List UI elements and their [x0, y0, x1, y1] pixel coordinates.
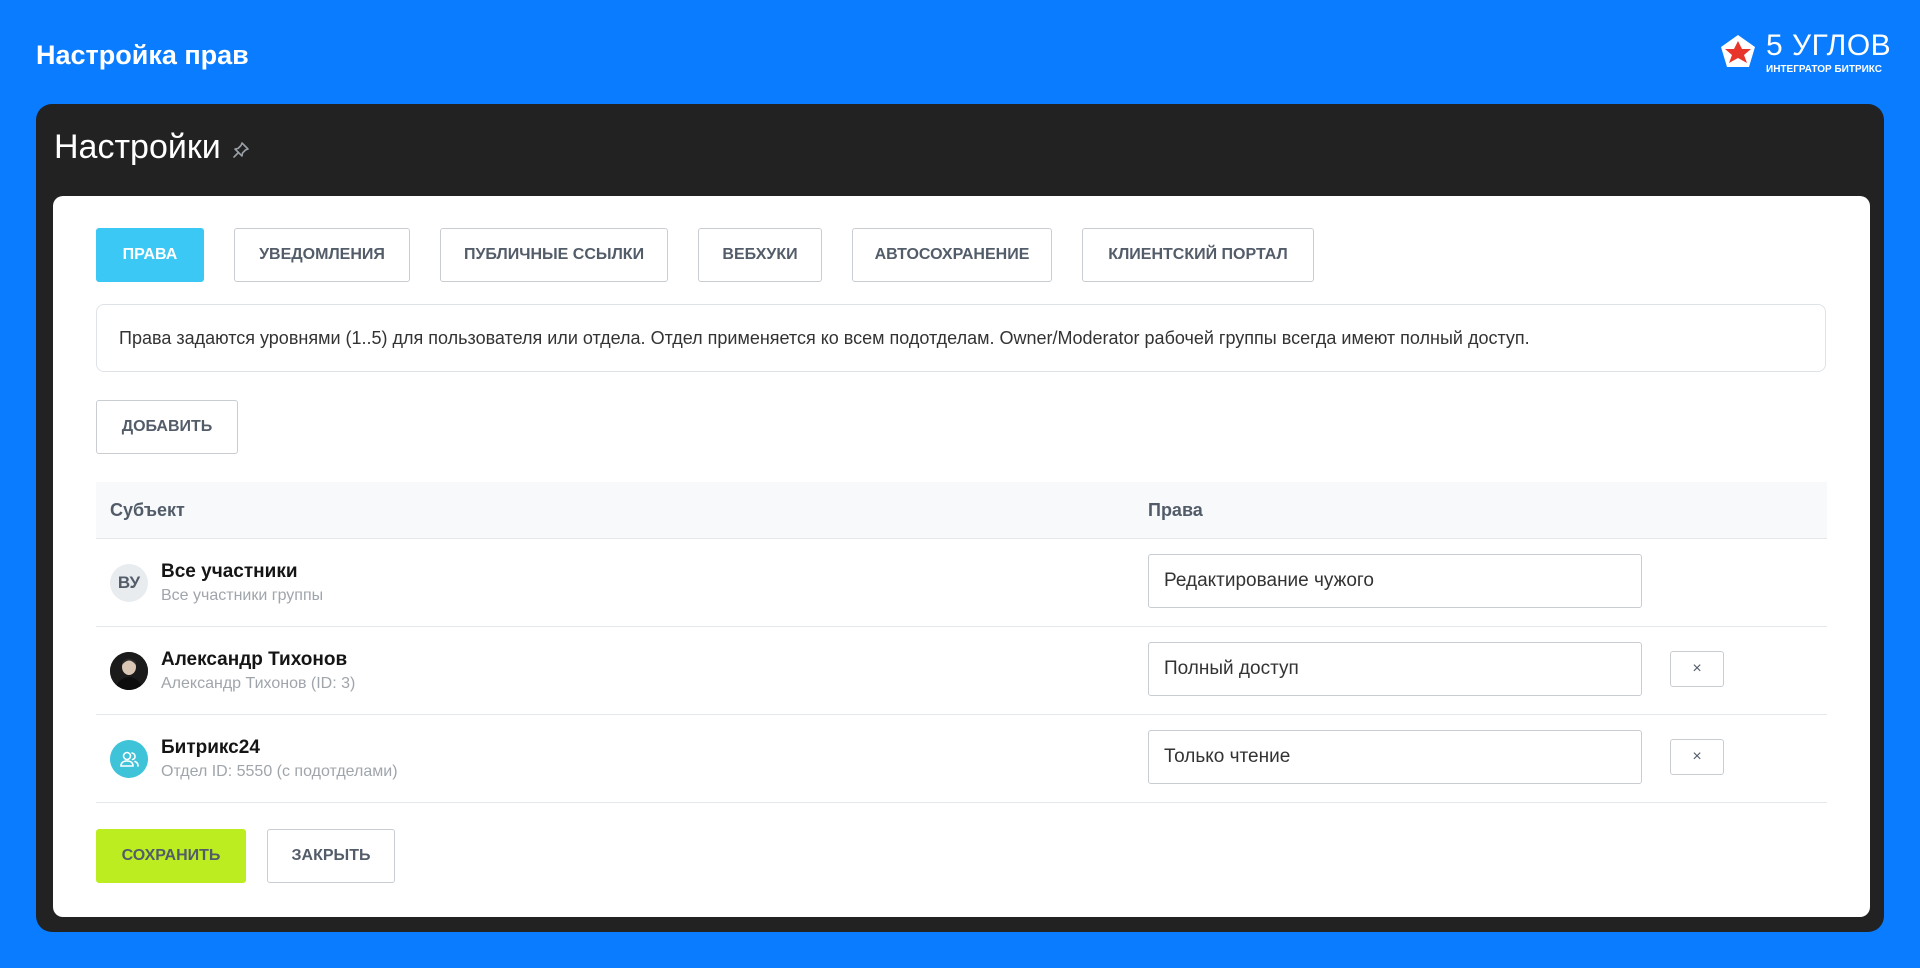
page-title: Настройка прав: [36, 40, 249, 70]
brand-name: 5 УГЛОВ: [1766, 29, 1892, 62]
tab-notifications[interactable]: УВЕДОМЛЕНИЯ: [234, 228, 410, 282]
brand-logo: 5 УГЛОВ ИНТЕГРАТОР БИТРИКС: [1718, 30, 1891, 76]
info-box: Права задаются уровнями (1..5) для польз…: [96, 304, 1826, 372]
pentagon-star-logo-icon: [1721, 35, 1755, 67]
avatar: ВУ: [110, 564, 148, 602]
settings-card: ПРАВА УВЕДОМЛЕНИЯ ПУБЛИЧНЫЕ ССЫЛКИ ВЕБХУ…: [53, 196, 1870, 917]
add-button[interactable]: ДОБАВИТЬ: [96, 400, 238, 454]
subject-name: Битрикс24: [161, 737, 260, 758]
close-button[interactable]: ЗАКРЫТЬ: [267, 829, 395, 883]
user-group-icon: [120, 751, 139, 767]
rights-select-value: Редактирование чужого: [1164, 570, 1374, 591]
tabs-bar: ПРАВА УВЕДОМЛЕНИЯ ПУБЛИЧНЫЕ ССЫЛКИ ВЕБХУ…: [96, 228, 1344, 282]
rights-select-value: Полный доступ: [1164, 658, 1299, 679]
settings-window: Настройки ПРАВА УВЕДОМЛЕНИЯ ПУБЛИЧНЫЕ СС…: [36, 104, 1884, 932]
subject-description: Все участники группы: [161, 587, 324, 604]
remove-button[interactable]: ×: [1670, 651, 1724, 687]
subject-name: Все участники: [161, 561, 298, 582]
subject-name: Александр Тихонов: [161, 649, 348, 670]
table-row: ВУ Все участники Все участники группы Ре…: [96, 539, 1827, 627]
pin-icon[interactable]: [231, 140, 251, 160]
rights-table: Субъект Права ВУ Все участники Все участ…: [96, 482, 1827, 803]
save-button[interactable]: СОХРАНИТЬ: [96, 829, 246, 883]
remove-button[interactable]: ×: [1670, 739, 1724, 775]
tab-autosave[interactable]: АВТОСОХРАНЕНИЕ: [852, 228, 1052, 282]
tab-public-links[interactable]: ПУБЛИЧНЫЕ ССЫЛКИ: [440, 228, 668, 282]
avatar: [110, 740, 148, 778]
tab-rights[interactable]: ПРАВА: [96, 228, 204, 282]
window-title: Настройки: [54, 128, 221, 166]
column-header-rights: Права: [1148, 499, 1203, 520]
subject-description: Отдел ID: 5550 (с подотделами): [161, 763, 398, 780]
subject-description: Александр Тихонов (ID: 3): [161, 675, 356, 692]
brand-subtitle: ИНТЕГРАТОР БИТРИКС: [1766, 64, 1882, 75]
rights-select[interactable]: Редактирование чужого: [1148, 554, 1642, 608]
table-header: Субъект Права: [96, 482, 1827, 539]
avatar: [110, 652, 148, 690]
table-row: Александр Тихонов Александр Тихонов (ID:…: [96, 627, 1827, 715]
tab-webhooks[interactable]: ВЕБХУКИ: [698, 228, 822, 282]
rights-select-value: Только чтение: [1164, 746, 1291, 767]
info-text: Права задаются уровнями (1..5) для польз…: [119, 327, 1530, 348]
table-row: Битрикс24 Отдел ID: 5550 (с подотделами)…: [96, 715, 1827, 803]
tab-client-portal[interactable]: КЛИЕНТСКИЙ ПОРТАЛ: [1082, 228, 1314, 282]
column-header-subject: Субъект: [110, 499, 185, 520]
rights-select[interactable]: Полный доступ: [1148, 642, 1642, 696]
window-header: Настройки: [54, 128, 251, 167]
rights-select[interactable]: Только чтение: [1148, 730, 1642, 784]
user-photo-icon: [110, 652, 148, 690]
